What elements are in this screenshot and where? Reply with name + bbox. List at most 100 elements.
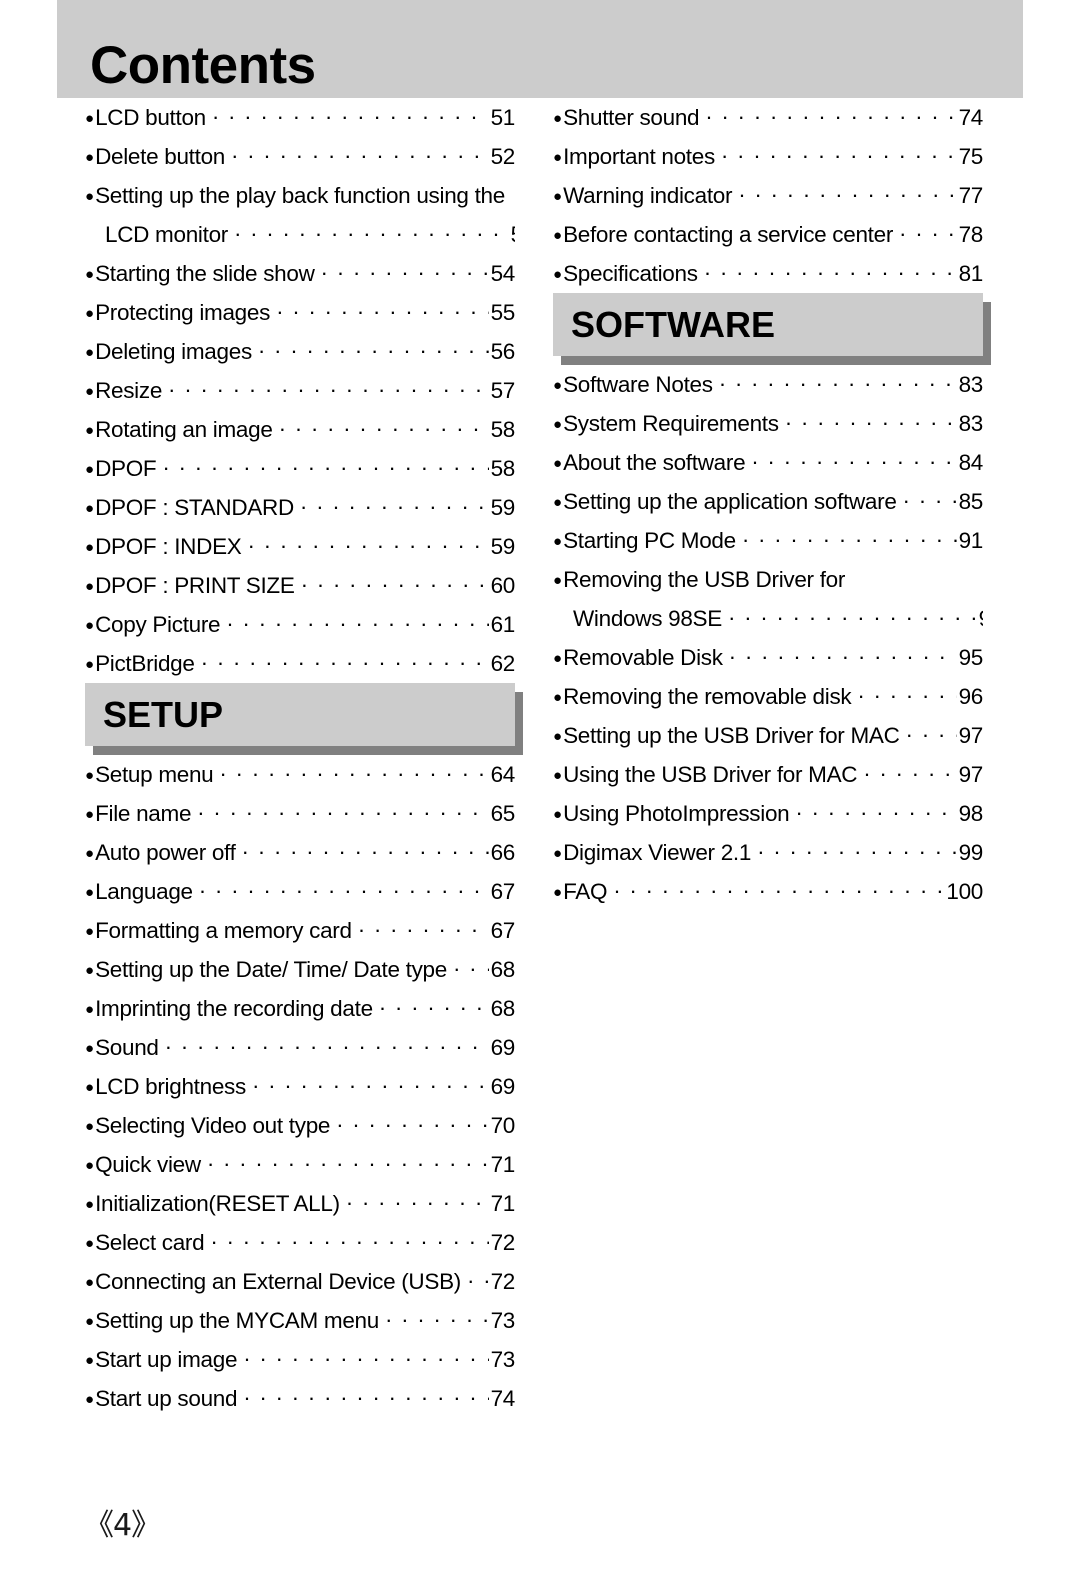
toc-leader-dots: · · · · · · · · · · · · · · · · · · · · … [162, 455, 488, 480]
toc-entry[interactable]: ● DPOF : STANDARD · · · · · · · · · · · · … [85, 488, 515, 527]
toc-entry[interactable]: ● Setup menu · · · · · · · · · · · · · · ·… [85, 755, 515, 794]
toc-entry[interactable]: ● Warning indicator · · · · · · · · · · · … [553, 176, 983, 215]
bullet-icon: ● [553, 494, 563, 511]
toc-entry[interactable]: ● Quick view · · · · · · · · · · · · · · ·… [85, 1145, 515, 1184]
bullet-icon: ● [85, 617, 95, 634]
toc-entry[interactable]: ● LCD brightness · · · · · · · · · · · · ·… [85, 1067, 515, 1106]
toc-entry-row: ● Before contacting a service center · · ·… [553, 215, 983, 254]
toc-entry[interactable]: ● Auto power off · · · · · · · · · · · · ·… [85, 833, 515, 872]
toc-entry[interactable]: ● Starting PC Mode · · · · · · · · · · · ·… [553, 521, 983, 560]
toc-entry[interactable]: ● Start up image · · · · · · · · · · · · ·… [85, 1340, 515, 1379]
bullet-icon: ● [85, 845, 95, 862]
toc-entry[interactable]: ● Using PhotoImpression · · · · · · · · · … [553, 794, 983, 833]
toc-entry[interactable]: ● Removable Disk · · · · · · · · · · · · ·… [553, 638, 983, 677]
toc-entry-label: LCD button [95, 105, 206, 130]
toc-entry[interactable]: ● Important notes · · · · · · · · · · · · … [553, 137, 983, 176]
toc-leader-dots: · · · · · · · · · · · · · · · · · · · · … [299, 494, 489, 519]
toc-entry-label: Auto power off [95, 840, 236, 865]
toc-entry[interactable]: ● Digimax Viewer 2.1 · · · · · · · · · · ·… [553, 833, 983, 872]
toc-entry-label: Delete button [95, 144, 226, 169]
toc-entry-page-number: 69 [490, 1035, 515, 1060]
toc-entry-page-number: 56 [490, 339, 515, 364]
toc-entry-page-number: 65 [490, 801, 515, 826]
toc-entry[interactable]: ● Software Notes · · · · · · · · · · · · ·… [553, 365, 983, 404]
bullet-icon: ● [553, 455, 563, 472]
bullet-icon: ● [553, 806, 563, 823]
toc-entry-page-number: 61 [490, 612, 515, 637]
toc-entry-label: Connecting an External Device (USB) [95, 1269, 461, 1294]
toc-entry-row: ● Software Notes · · · · · · · · · · · · ·… [553, 365, 983, 404]
toc-entry-label: Sound [95, 1035, 159, 1060]
bullet-icon: ● [553, 689, 563, 706]
toc-entry-page-number: 72 [490, 1230, 515, 1255]
toc-entry[interactable]: ● Setting up the application software · · … [553, 482, 983, 521]
toc-entry[interactable]: ● Sound · · · · · · · · · · · · · · · · · … [85, 1028, 515, 1067]
bullet-icon: ● [553, 728, 563, 745]
toc-entry-row: ● System Requirements · · · · · · · · · · … [553, 404, 983, 443]
toc-entry[interactable]: ● Rotating an image · · · · · · · · · · · … [85, 410, 515, 449]
toc-entry[interactable]: ● LCD button · · · · · · · · · · · · · · ·… [85, 98, 515, 137]
toc-entry[interactable]: ● Imprinting the recording date · · · · · … [85, 989, 515, 1028]
toc-entry[interactable]: ● Copy Picture · · · · · · · · · · · · · ·… [85, 605, 515, 644]
toc-entry[interactable]: ● Initialization(RESET ALL) · · · · · · · … [85, 1184, 515, 1223]
toc-leader-dots: · · · · · · · · · · · · · · · · · · · · … [300, 572, 489, 597]
page-folio: 《4》 [84, 1508, 161, 1543]
toc-entry[interactable]: LCD monitor · · · · · · · · · · · · · · ·… [85, 215, 515, 254]
toc-entry[interactable]: ● Before contacting a service center · · ·… [553, 215, 983, 254]
toc-entry[interactable]: ● Removing the removable disk · · · · · · … [553, 677, 983, 716]
bullet-icon: ● [553, 416, 563, 433]
bullet-icon: ● [85, 188, 95, 205]
toc-entry-row: ● Initialization(RESET ALL) · · · · · · · … [85, 1184, 515, 1223]
toc-entry-page-number: 66 [490, 840, 515, 865]
toc-entry[interactable]: ● Using the USB Driver for MAC · · · · · ·… [553, 755, 983, 794]
toc-entry-row: ● Deleting images · · · · · · · · · · · · … [85, 332, 515, 371]
toc-entry[interactable]: ● Select card · · · · · · · · · · · · · · … [85, 1223, 515, 1262]
bullet-icon: ● [553, 572, 563, 589]
toc-entry-page-number: 57 [490, 378, 515, 403]
toc-entry[interactable]: ● DPOF : INDEX · · · · · · · · · · · · · ·… [85, 527, 515, 566]
toc-entry-page-number: 74 [958, 105, 983, 130]
toc-entry[interactable]: ● Delete button · · · · · · · · · · · · · … [85, 137, 515, 176]
toc-entry-label: Rotating an image [95, 417, 273, 442]
toc-leader-dots: · · · · · · · · · · · · · · · · · · · · … [757, 839, 956, 864]
toc-entry[interactable]: ● Setting up the play back function using… [85, 176, 515, 215]
bullet-icon: ● [553, 227, 563, 244]
toc-leader-dots: · · · · · · · · · · · · · · · · · · · · … [703, 260, 957, 285]
toc-leader-dots: · · · · · · · · · · · · · · · · · · · · … [278, 416, 489, 441]
toc-leader-dots: · · · · · · · · · · · · · · · · · · · · … [357, 917, 489, 942]
toc-entry[interactable]: ● FAQ · · · · · · · · · · · · · · · · · · … [553, 872, 983, 911]
toc-leader-dots: · · · · · · · · · · · · · · · · · · · · … [234, 221, 509, 246]
toc-entry[interactable]: ●Setting up the MYCAM menu· · · · · · · … [85, 1301, 515, 1340]
toc-entry[interactable]: ● Deleting images · · · · · · · · · · · · … [85, 332, 515, 371]
toc-leader-dots: · · · · · · · · · · · · · · · · · · · · … [226, 611, 488, 636]
toc-entry-page-number: 67 [490, 918, 515, 943]
toc-leader-dots: · · · · · · · · · · · · · · · · · · · · … [231, 143, 489, 168]
toc-entry[interactable]: ● DPOF : PRINT SIZE · · · · · · · · · · · … [85, 566, 515, 605]
toc-entry[interactable]: ● System Requirements · · · · · · · · · · … [553, 404, 983, 443]
toc-entry[interactable]: ● DPOF · · · · · · · · · · · · · · · · · ·… [85, 449, 515, 488]
toc-entry[interactable]: Windows 98SE · · · · · · · · · · · · · · … [553, 599, 983, 638]
toc-entry[interactable]: ● PictBridge · · · · · · · · · · · · · · ·… [85, 644, 515, 683]
toc-leader-dots: · · · · · · · · · · · · · · · · · · · · … [197, 800, 488, 825]
toc-entry[interactable]: ● Resize · · · · · · · · · · · · · · · · ·… [85, 371, 515, 410]
toc-entry[interactable]: ● Start up sound · · · · · · · · · · · · ·… [85, 1379, 515, 1418]
toc-entry-row: ● LCD brightness · · · · · · · · · · · · ·… [85, 1067, 515, 1106]
toc-entry[interactable]: ● Language · · · · · · · · · · · · · · · ·… [85, 872, 515, 911]
bullet-icon: ● [85, 1313, 95, 1330]
toc-entry[interactable]: ● Specifications · · · · · · · · · · · · ·… [553, 254, 983, 293]
toc-entry[interactable]: ● Setting up the Date/ Time/ Date type · ·… [85, 950, 515, 989]
toc-entry-page-number: 73 [490, 1308, 515, 1333]
toc-entry[interactable]: ● Selecting Video out type · · · · · · · ·… [85, 1106, 515, 1145]
toc-entry[interactable]: ● Shutter sound · · · · · · · · · · · · · … [553, 98, 983, 137]
toc-entry[interactable]: ●Connecting an External Device (USB) · · … [85, 1262, 515, 1301]
toc-entry[interactable]: ● Setting up the USB Driver for MAC · · · … [553, 716, 983, 755]
toc-leader-dots: · · · · · · · · · · · · · · · · · · · · … [345, 1190, 489, 1215]
toc-entry[interactable]: ● About the software · · · · · · · · · · ·… [553, 443, 983, 482]
toc-entry[interactable]: ● Protecting images · · · · · · · · · · · … [85, 293, 515, 332]
toc-entry[interactable]: ● Starting the slide show · · · · · · · · … [85, 254, 515, 293]
toc-entry[interactable]: ●Removing the USB Driver for· · · · · · … [553, 560, 983, 599]
toc-entry-label: PictBridge [95, 651, 195, 676]
bullet-icon: ● [85, 1079, 95, 1096]
toc-entry[interactable]: ● File name · · · · · · · · · · · · · · · … [85, 794, 515, 833]
toc-entry[interactable]: ● Formatting a memory card · · · · · · · ·… [85, 911, 515, 950]
